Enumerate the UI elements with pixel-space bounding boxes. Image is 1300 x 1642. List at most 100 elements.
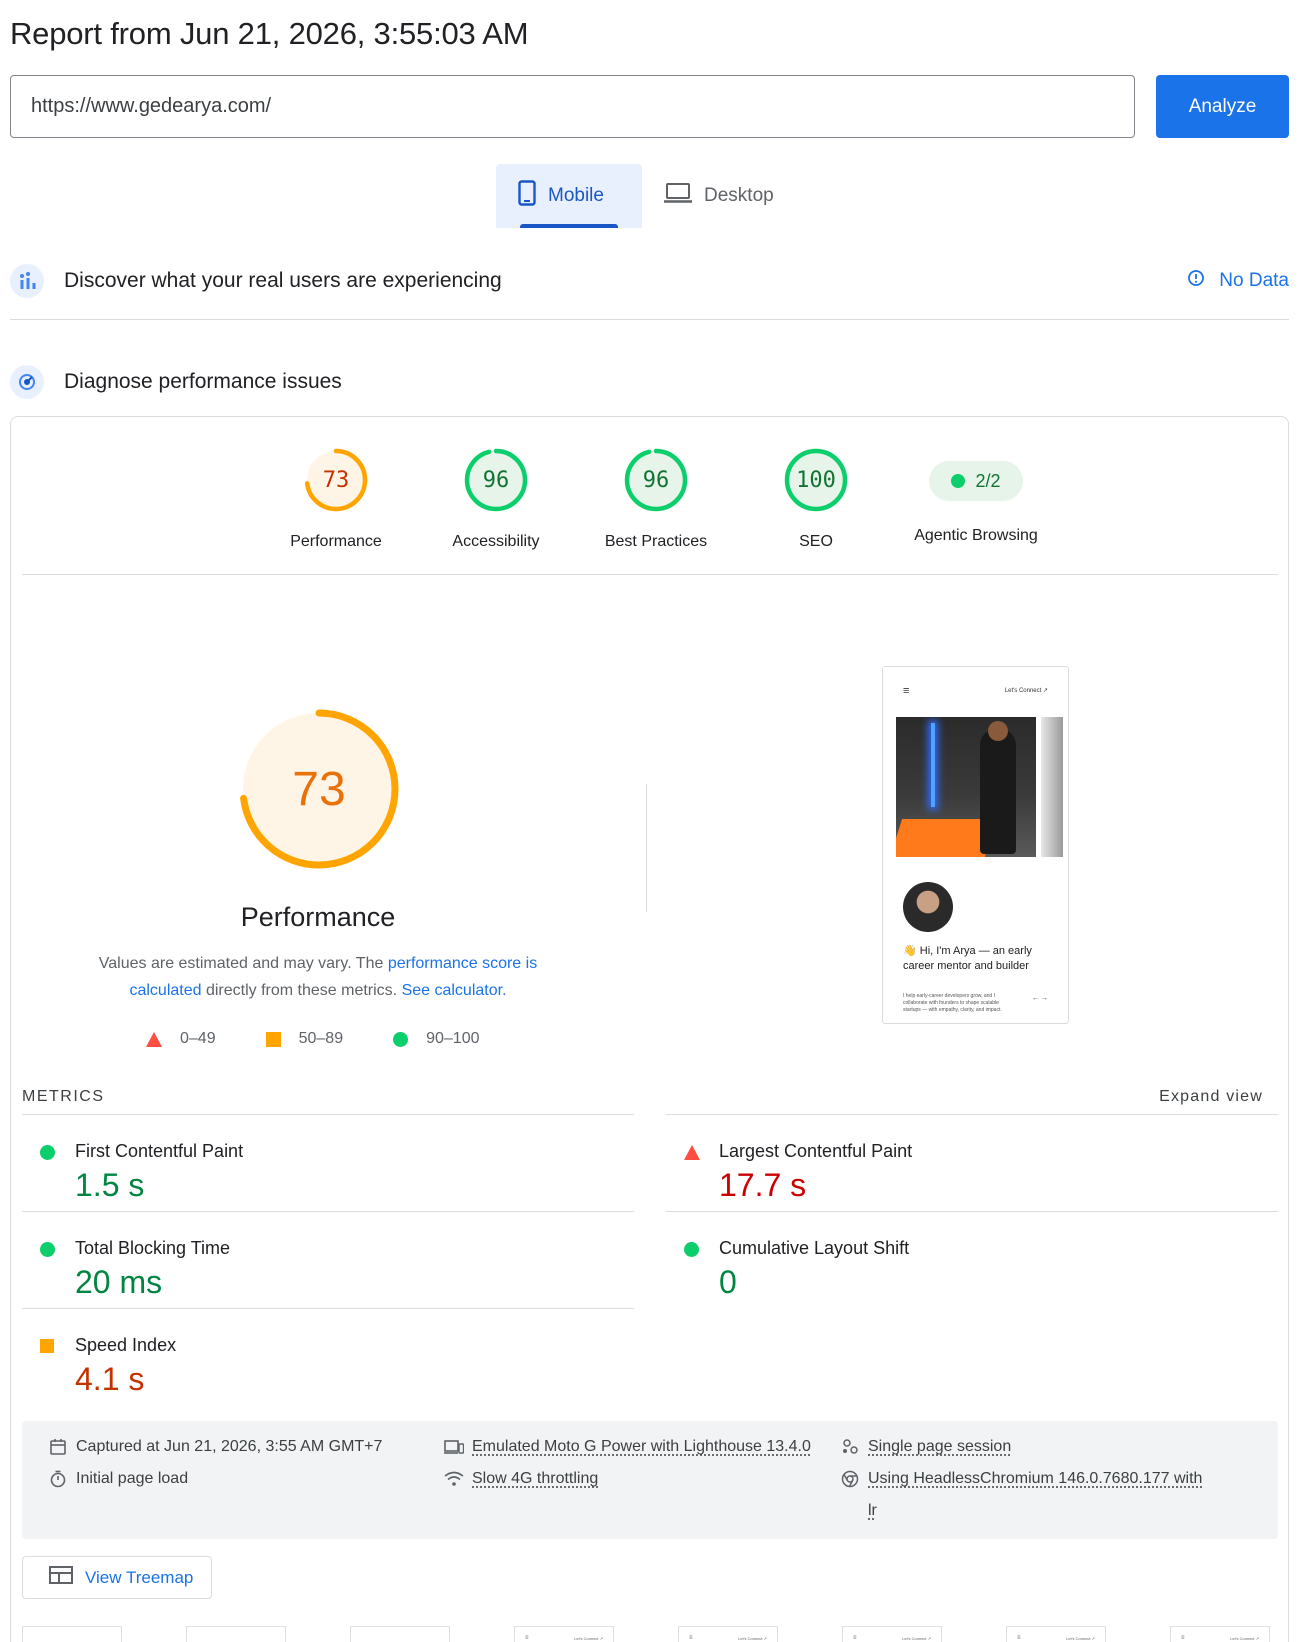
gauge-accessibility[interactable]: 96 Accessibility xyxy=(416,447,576,551)
analyze-button[interactable]: Analyze xyxy=(1156,75,1289,138)
gauge-label: SEO xyxy=(799,533,833,550)
tab-mobile[interactable]: Mobile xyxy=(496,164,642,228)
legend-average: 50–89 xyxy=(265,1030,344,1048)
timer-icon xyxy=(48,1469,68,1489)
captured-at-text: Captured at Jun 21, 2026, 3:55 AM GMT+7 xyxy=(76,1438,383,1455)
filmstrip-frame[interactable] xyxy=(350,1626,450,1642)
performance-score-value: 73 xyxy=(292,762,346,816)
initial-page-load: Initial page load xyxy=(48,1463,188,1495)
metric-name: Speed Index xyxy=(75,1335,177,1355)
view-treemap-label: View Treemap xyxy=(85,1567,194,1587)
average-square-icon xyxy=(40,1339,54,1353)
chrome-icon xyxy=(840,1469,860,1489)
filmstrip-frame[interactable] xyxy=(186,1626,286,1642)
note-prefix: Values are estimated and may vary. The xyxy=(98,955,388,972)
section-divider xyxy=(10,319,1289,320)
field-data-header: Discover what your real users are experi… xyxy=(10,264,1289,298)
devices-icon xyxy=(444,1437,464,1457)
gauge-value: 96 xyxy=(642,467,670,493)
filmstrip-frame[interactable]: ≡ Let's Connect ↗ xyxy=(514,1626,614,1642)
runtime-settings: Captured at Jun 21, 2026, 3:55 AM GMT+7 … xyxy=(22,1421,1278,1539)
gauge-label: Agentic Browsing xyxy=(914,527,1038,544)
report-title: Report from Jun 21, 2026, 3:55:03 AM xyxy=(10,16,529,51)
legend-average-label: 50–89 xyxy=(298,1030,344,1047)
screenshot-avatar xyxy=(903,882,953,932)
gauge-agentic-browsing[interactable]: 2/2 Agentic Browsing xyxy=(896,447,1056,551)
no-data-link[interactable]: No Data xyxy=(1187,269,1289,293)
speedometer-icon xyxy=(10,365,44,399)
vertical-divider xyxy=(646,784,647,912)
filmstrip-frame[interactable]: ≡ Let's Connect ↗ xyxy=(678,1626,778,1642)
captured-at: Captured at Jun 21, 2026, 3:55 AM GMT+7 xyxy=(48,1431,382,1463)
emulated-device[interactable]: Emulated Moto G Power with Lighthouse 13… xyxy=(444,1431,811,1463)
performance-big-gauge: 73 xyxy=(237,707,401,871)
diagnose-header: Diagnose performance issues xyxy=(10,365,1289,399)
tab-desktop-label: Desktop xyxy=(704,185,774,206)
view-treemap-button[interactable]: View Treemap xyxy=(22,1556,212,1599)
agentic-score-value: 2/2 xyxy=(975,470,1001,491)
network-throttling[interactable]: Slow 4G throttling xyxy=(444,1463,598,1495)
legend-poor: 0–49 xyxy=(146,1030,216,1048)
score-legend: 0–49 50–89 90–100 xyxy=(146,1030,529,1048)
filmstrip-frame[interactable] xyxy=(22,1626,122,1642)
fail-triangle-icon xyxy=(684,1145,700,1160)
gauge-ring: 73 xyxy=(303,447,369,513)
url-input[interactable] xyxy=(10,75,1135,138)
diagnose-title: Diagnose performance issues xyxy=(64,370,342,393)
gauge-ring: 100 xyxy=(783,447,849,513)
filmstrip-frame[interactable]: ≡ Let's Connect ↗ xyxy=(842,1626,942,1642)
network-throttling-text: Slow 4G throttling xyxy=(472,1470,599,1487)
tab-mobile-label: Mobile xyxy=(548,185,604,206)
no-data-label: No Data xyxy=(1219,270,1289,291)
expand-view-button[interactable]: Expand view xyxy=(1159,1088,1263,1106)
gauge-best-practices[interactable]: 96 Best Practices xyxy=(576,447,736,551)
gauge-ring: 96 xyxy=(623,447,689,513)
gauge-value: 100 xyxy=(796,467,836,493)
screenshot-connect: Let's Connect ↗ xyxy=(1004,688,1048,694)
category-scores: 73 Performance 96 Accessibility 96 Best … xyxy=(256,447,1056,551)
active-tab-indicator xyxy=(520,224,618,228)
initial-page-load-text: Initial page load xyxy=(76,1470,189,1487)
gauge-value: 73 xyxy=(322,467,350,493)
session-icon xyxy=(840,1437,860,1457)
pass-dot-icon xyxy=(684,1242,699,1257)
single-page-session[interactable]: Single page session xyxy=(840,1431,1011,1463)
performance-title: Performance xyxy=(240,902,396,932)
filmstrip-frame[interactable]: ≡ Let's Connect ↗ xyxy=(1006,1626,1106,1642)
pass-dot-icon xyxy=(40,1242,55,1257)
metric-tbt: Total Blocking Time 20 ms xyxy=(22,1211,634,1308)
screenshot-subtext: I help early-career developers grow, and… xyxy=(903,993,1002,1013)
fail-triangle-icon xyxy=(146,1031,162,1047)
filmstrip-frame[interactable]: ≡ Let's Connect ↗ xyxy=(1170,1626,1270,1642)
single-page-session-text: Single page session xyxy=(868,1438,1012,1455)
tab-desktop[interactable]: Desktop xyxy=(642,164,792,228)
gauge-seo[interactable]: 100 SEO xyxy=(736,447,896,551)
metric-name: Cumulative Layout Shift xyxy=(719,1238,910,1258)
metrics-label: METRICS xyxy=(22,1088,105,1105)
performance-note: Values are estimated and may vary. The p… xyxy=(80,950,556,1004)
screenshot-side-photo xyxy=(1041,717,1063,857)
screenshot-hero-photo xyxy=(896,717,1036,857)
calendar-icon xyxy=(48,1437,68,1457)
browser-version[interactable]: Using HeadlessChromium 146.0.7680.177 wi… xyxy=(840,1463,1260,1527)
metric-cls: Cumulative Layout Shift 0 xyxy=(666,1211,1278,1308)
legend-good: 90–100 xyxy=(393,1030,479,1048)
see-calculator-link[interactable]: See calculator. xyxy=(402,982,507,999)
average-square-icon xyxy=(265,1031,281,1047)
gauge-label: Best Practices xyxy=(604,533,708,550)
emulated-device-text: Emulated Moto G Power with Lighthouse 13… xyxy=(472,1438,811,1455)
gauge-label: Performance xyxy=(290,533,382,550)
legend-poor-label: 0–49 xyxy=(180,1030,216,1047)
gauge-value: 96 xyxy=(482,467,510,493)
browser-version-line1: Using HeadlessChromium 146.0.7680.177 wi… xyxy=(868,1470,1203,1487)
metric-speed-index: Speed Index 4.1 s xyxy=(22,1308,634,1405)
pass-dot-icon xyxy=(951,474,966,488)
legend-good-label: 90–100 xyxy=(426,1030,480,1047)
metric-name: First Contentful Paint xyxy=(75,1141,244,1161)
info-icon xyxy=(1187,269,1205,293)
gauge-performance[interactable]: 73 Performance xyxy=(256,447,416,551)
browser-version-text: Using HeadlessChromium 146.0.7680.177 wi… xyxy=(868,1463,1202,1527)
agentic-score-pill: 2/2 xyxy=(929,461,1023,501)
final-screenshot[interactable]: ≡ Let's Connect ↗ 👋 Hi, I'm Arya — an ea… xyxy=(882,666,1069,1024)
metric-fcp: First Contentful Paint 1.5 s xyxy=(22,1114,634,1211)
